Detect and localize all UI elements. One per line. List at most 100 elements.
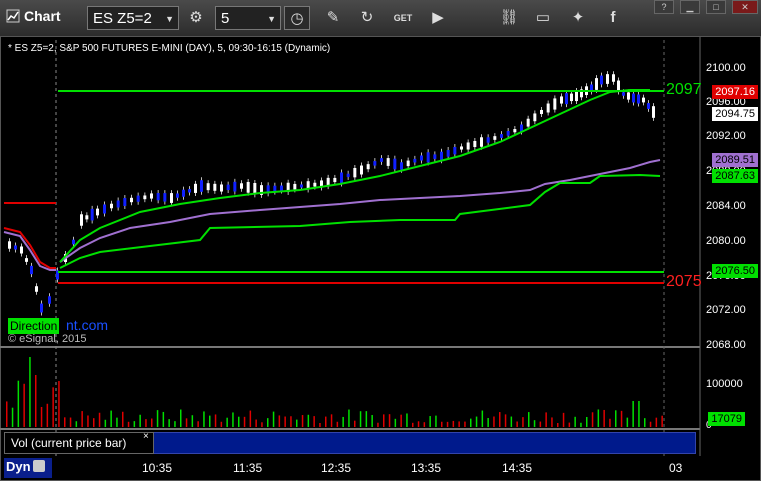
volume-bar-mark bbox=[6, 401, 8, 427]
volume-bar-mark bbox=[591, 412, 594, 427]
volume-bar-mark bbox=[499, 412, 501, 427]
volume-bar-mark bbox=[661, 415, 663, 427]
close-icon[interactable]: × bbox=[143, 431, 149, 442]
candle bbox=[233, 181, 237, 192]
volume-bar-mark bbox=[214, 414, 217, 427]
candle bbox=[123, 198, 127, 206]
candle bbox=[150, 193, 153, 199]
candle bbox=[20, 246, 23, 254]
candle bbox=[546, 103, 550, 113]
volume-bar-mark bbox=[545, 412, 547, 427]
candle bbox=[642, 97, 645, 103]
candle bbox=[240, 183, 243, 189]
candle bbox=[206, 183, 210, 191]
volume-bar-mark bbox=[319, 422, 321, 427]
volume-bar-mark bbox=[69, 417, 72, 427]
volume-bar-mark bbox=[644, 418, 646, 427]
candle bbox=[480, 137, 483, 147]
volume-bar-mark bbox=[296, 419, 298, 427]
volume-bar-mark bbox=[470, 418, 472, 427]
volume-bar-mark bbox=[481, 410, 484, 427]
volume-bar-mark bbox=[104, 419, 107, 427]
dyn-button[interactable]: Dyn bbox=[4, 458, 52, 478]
watermark: nt.com bbox=[66, 317, 109, 333]
volume-bar-mark bbox=[359, 411, 362, 427]
candle bbox=[130, 197, 133, 203]
volume-bar-mark bbox=[336, 421, 339, 427]
time-axis-label: 11:35 bbox=[233, 461, 263, 475]
volume-bar-mark bbox=[423, 422, 426, 427]
candle bbox=[40, 303, 43, 313]
dyn-label: Dyn bbox=[6, 459, 31, 474]
volume-bar-mark bbox=[574, 416, 576, 427]
volume-bar-mark bbox=[58, 380, 60, 427]
candle bbox=[632, 93, 635, 103]
volume-bar-mark bbox=[278, 415, 281, 427]
candle bbox=[188, 189, 191, 193]
candle bbox=[143, 195, 147, 200]
copyright: © eSignal, 2015 bbox=[8, 333, 87, 345]
volume-bar-mark bbox=[632, 401, 634, 427]
time-axis-label: 13:35 bbox=[411, 461, 442, 475]
candle bbox=[116, 200, 120, 208]
price-axis-tick: 2080.00 bbox=[706, 235, 746, 247]
volume-bar-mark bbox=[180, 409, 182, 427]
candle bbox=[526, 118, 530, 127]
volume-bar-mark bbox=[139, 414, 141, 427]
volume-bar-mark bbox=[522, 417, 524, 427]
volume-bar-mark bbox=[516, 421, 518, 427]
price-chart[interactable] bbox=[0, 0, 761, 481]
volume-current-label: 17079 bbox=[708, 412, 745, 426]
candle bbox=[300, 184, 303, 188]
candle bbox=[606, 74, 609, 84]
volume-bar-mark bbox=[365, 411, 368, 427]
volume-bar-mark bbox=[626, 417, 629, 427]
price-label-resistance: 2097.16 bbox=[712, 85, 758, 99]
candle bbox=[226, 184, 230, 191]
candle bbox=[246, 181, 250, 193]
volume-bar-mark bbox=[475, 416, 478, 427]
candle bbox=[340, 172, 343, 184]
volume-bar-mark bbox=[191, 415, 194, 427]
volume-bar-mark bbox=[249, 410, 252, 427]
candle bbox=[346, 173, 350, 177]
big-label-green: 2097 bbox=[666, 81, 702, 98]
purple-ma-line-prior bbox=[3, 231, 56, 271]
candle bbox=[386, 158, 390, 166]
chart-title: * ES Z5=2, S&P 500 FUTURES E-MINI (DAY),… bbox=[8, 43, 331, 54]
volume-bar-mark bbox=[325, 416, 327, 427]
candle bbox=[433, 154, 437, 159]
volume-bar-mark bbox=[40, 406, 43, 427]
time-axis-label: 12:35 bbox=[321, 461, 352, 475]
volume-bar-mark bbox=[487, 417, 489, 427]
volume-study-label[interactable]: Vol (current price bar) bbox=[4, 432, 154, 454]
candle bbox=[80, 214, 83, 226]
volume-bar-mark bbox=[586, 416, 588, 427]
candle bbox=[575, 90, 578, 102]
candle bbox=[393, 158, 397, 170]
volume-bar-mark bbox=[493, 416, 495, 427]
volume-bar-mark bbox=[203, 411, 205, 427]
volume-bar-mark bbox=[238, 416, 240, 427]
volume-bar-mark bbox=[267, 418, 269, 427]
volume-bar-mark bbox=[377, 422, 379, 427]
candle bbox=[333, 177, 337, 183]
volume-bar-mark bbox=[371, 415, 373, 427]
candle bbox=[280, 185, 283, 191]
candle bbox=[486, 137, 490, 143]
volume-bar-mark bbox=[533, 420, 536, 427]
volume-bar-mark bbox=[272, 411, 275, 427]
volume-bar-mark bbox=[597, 409, 600, 427]
volume-bar-mark bbox=[510, 416, 513, 427]
candle bbox=[553, 98, 557, 110]
lock-icon[interactable] bbox=[32, 460, 45, 472]
volume-bar-mark bbox=[145, 419, 147, 427]
candle bbox=[473, 140, 477, 148]
candle bbox=[406, 160, 410, 167]
volume-bar-mark bbox=[307, 414, 310, 427]
candle bbox=[373, 161, 377, 166]
volume-bar-mark bbox=[226, 417, 228, 427]
volume-bar-mark bbox=[87, 415, 89, 427]
candle bbox=[353, 167, 357, 178]
candle bbox=[110, 203, 113, 209]
